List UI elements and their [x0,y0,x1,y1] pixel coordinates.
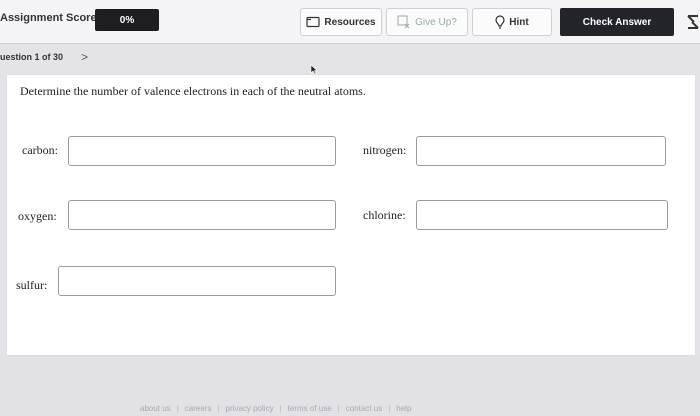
carbon-answer-field[interactable] [68,136,336,166]
footer-links: about us | careers | privacy policy | te… [140,404,411,413]
resources-label: Resources [324,16,376,28]
footer-divider: | [279,404,282,413]
oxygen-answer-field[interactable] [68,200,336,230]
resources-icon [306,16,321,28]
give-up-label: Give Up? [415,16,457,28]
carbon-label: carbon: [22,143,58,157]
nitrogen-label: nitrogen: [363,143,407,157]
footer-divider: | [176,404,179,413]
resources-button[interactable]: Resources [300,8,382,36]
footer-divider: | [217,404,220,413]
assignment-score-label: Assignment Score: [0,12,101,24]
next-question-button[interactable]: > [81,50,88,64]
footer-link-about-us[interactable]: about us [140,404,171,413]
oxygen-label: oxygen: [18,209,57,223]
question-counter: uestion 1 of 30 [0,52,64,62]
hint-button[interactable]: Hint [472,8,552,36]
nitrogen-answer-field[interactable] [416,136,666,166]
hint-icon [495,15,505,29]
assignment-score-value: 0% [95,9,159,31]
footer-link-terms-of-use[interactable]: terms of use [288,404,332,413]
top-toolbar: Assignment Score: 0% Resources Give Up? … [0,0,700,44]
footer-link-help[interactable]: help [396,404,411,413]
footer-link-careers[interactable]: careers [185,404,212,413]
footer-link-privacy-policy[interactable]: privacy policy [226,404,274,413]
question-prompt: Determine the number of valence electron… [20,84,366,98]
give-up-button[interactable]: Give Up? [386,8,468,36]
hint-label: Hint [509,16,529,28]
chlorine-label: chlorine: [363,208,406,222]
question-navigation: uestion 1 of 30 > [0,50,88,64]
sulfur-label: sulfur: [16,278,48,292]
footer-divider: | [388,404,391,413]
sulfur-answer-field[interactable] [58,266,336,296]
expand-icon[interactable] [686,14,700,30]
chlorine-answer-field[interactable] [416,200,668,230]
footer-divider: | [337,404,340,413]
give-up-icon [397,15,411,29]
check-answer-button[interactable]: Check Answer [560,8,674,36]
footer-link-contact-us[interactable]: contact us [346,404,382,413]
